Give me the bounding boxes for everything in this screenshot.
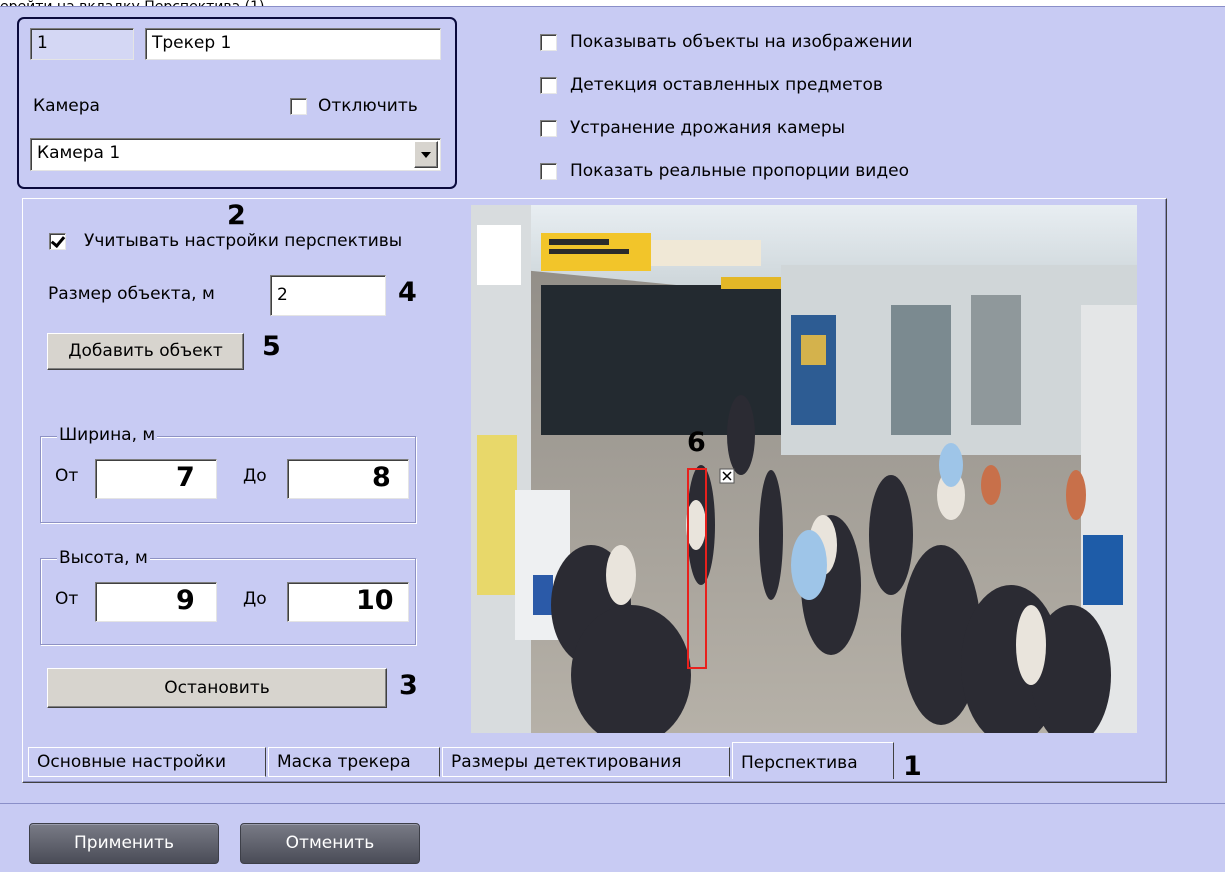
callout-3: 3 — [399, 670, 418, 701]
use-perspective-label: Учитывать настройки перспективы — [84, 231, 403, 251]
footer-separator — [0, 803, 1225, 804]
callout-7: 7 — [176, 462, 195, 493]
camera-select-value: Камера 1 — [37, 143, 121, 163]
height-from-label: От — [55, 589, 79, 609]
option-label-stabilization: Устранение дрожания камеры — [570, 118, 846, 138]
stop-button[interactable]: Остановить — [47, 668, 387, 708]
apply-button[interactable]: Применить — [29, 823, 219, 864]
object-size-label: Размер объекта, м — [48, 284, 215, 304]
option-label-left-items: Детекция оставленных предметов — [570, 75, 883, 95]
callout-6: 6 — [687, 427, 706, 458]
width-from-field[interactable] — [95, 459, 217, 499]
use-perspective-checkbox[interactable] — [49, 233, 66, 250]
camera-label: Камера — [33, 96, 100, 116]
callout-5: 5 — [262, 331, 281, 362]
callout-4: 4 — [398, 277, 417, 308]
callout-8: 8 — [372, 462, 391, 493]
tab-tracker-mask[interactable]: Маска трекера — [268, 747, 440, 777]
tracker-name-field[interactable]: Трекер 1 — [145, 28, 441, 60]
tab-detection-sizes[interactable]: Размеры детектирования — [442, 747, 730, 777]
callout-10: 10 — [356, 585, 394, 616]
option-checkbox-real-proportions[interactable] — [540, 163, 557, 180]
tab-main-settings[interactable]: Основные настройки — [28, 747, 266, 777]
tracker-id-field[interactable]: 1 — [30, 28, 134, 60]
chevron-down-icon — [421, 152, 431, 158]
disable-checkbox[interactable] — [290, 98, 307, 115]
callout-1: 1 — [903, 751, 922, 782]
option-checkbox-stabilization[interactable] — [540, 120, 557, 137]
camera-select-dropdown-button[interactable] — [414, 141, 438, 168]
disable-label: Отключить — [318, 96, 418, 116]
video-preview[interactable] — [471, 205, 1137, 733]
screenshot: ерейти на вкладку Перспектива (1). 1 Тре… — [0, 0, 1225, 872]
width-group-title: Ширина, м — [57, 425, 158, 445]
height-group-title: Высота, м — [57, 548, 150, 568]
object-size-field[interactable]: 2 — [270, 275, 386, 316]
tracker-settings-window: 1 Трекер 1 Камера Отключить Камера 1 Пок… — [0, 6, 1225, 872]
tab-perspective[interactable]: Перспектива — [732, 742, 894, 779]
cancel-button[interactable]: Отменить — [240, 823, 420, 864]
width-from-label: От — [55, 466, 79, 486]
option-checkbox-show-objects[interactable] — [540, 34, 557, 51]
callout-2: 2 — [227, 200, 246, 231]
option-checkbox-left-items[interactable] — [540, 77, 557, 94]
camera-frame-image — [471, 205, 1137, 733]
option-label-show-objects: Показывать объекты на изображении — [570, 32, 913, 52]
height-from-field[interactable] — [95, 582, 217, 622]
option-label-real-proportions: Показать реальные пропорции видео — [570, 161, 909, 181]
camera-select[interactable]: Камера 1 — [30, 138, 441, 171]
add-object-button[interactable]: Добавить объект — [47, 333, 244, 370]
width-to-label: До — [243, 466, 267, 486]
height-to-label: До — [243, 589, 267, 609]
callout-9: 9 — [176, 585, 195, 616]
